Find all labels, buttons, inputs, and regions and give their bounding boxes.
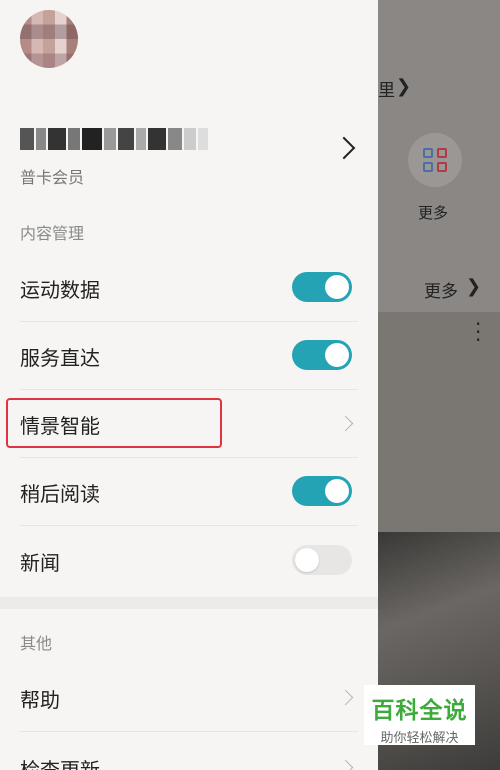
section-title-other: 其他 — [20, 634, 53, 653]
chevron-right-icon: ❯ — [396, 76, 412, 97]
setting-row-read-later: 稍后阅读 — [0, 458, 378, 526]
more-apps-icon[interactable] — [408, 133, 462, 187]
chevron-right-icon[interactable] — [332, 136, 356, 160]
chevron-right-icon — [337, 759, 354, 770]
background-more-label: 更多 — [418, 204, 449, 222]
username-blurred — [20, 128, 220, 154]
profile-header[interactable]: 普卡会员 — [0, 0, 378, 196]
setting-label: 新闻 — [20, 551, 60, 575]
setting-label: 帮助 — [20, 688, 60, 712]
toggle-switch[interactable] — [292, 340, 352, 370]
background-text-fragment: 里 — [378, 81, 395, 101]
side-drawer: 普卡会员 内容管理 运动数据 服务直达 情景智能 稍后阅读 新闻 其他 帮助 检… — [0, 0, 378, 770]
background-more-link[interactable]: 更多 — [424, 277, 458, 302]
chevron-right-icon: ❯ — [466, 276, 482, 297]
toggle-switch[interactable] — [292, 545, 352, 575]
avatar[interactable] — [20, 10, 78, 68]
more-options-icon[interactable]: · · · — [475, 314, 481, 350]
chevron-right-icon — [337, 415, 354, 432]
setting-row-news: 新闻 — [0, 527, 378, 595]
setting-row-service-direct: 服务直达 — [0, 322, 378, 390]
toggle-switch[interactable] — [292, 272, 352, 302]
watermark-subtitle: 助你轻松解决 — [380, 731, 459, 746]
toggle-switch[interactable] — [292, 476, 352, 506]
setting-row-help[interactable]: 帮助 — [0, 664, 378, 732]
chevron-right-icon — [337, 689, 354, 706]
setting-label: 运动数据 — [20, 278, 100, 302]
watermark-title: 百科全说 — [371, 698, 468, 724]
section-divider — [0, 597, 378, 609]
section-title-content-management: 内容管理 — [20, 224, 85, 243]
setting-row-check-update[interactable]: 检查更新 — [0, 734, 378, 770]
annotation-highlight-box — [6, 398, 222, 448]
background-card — [378, 312, 500, 532]
setting-label: 服务直达 — [20, 346, 100, 370]
watermark-logo: 百科全说 助你轻松解决 — [364, 685, 475, 746]
membership-level: 普卡会员 — [20, 168, 85, 187]
setting-row-sports-data: 运动数据 — [0, 254, 378, 322]
setting-label: 检查更新 — [20, 758, 100, 770]
setting-label: 稍后阅读 — [20, 482, 100, 506]
